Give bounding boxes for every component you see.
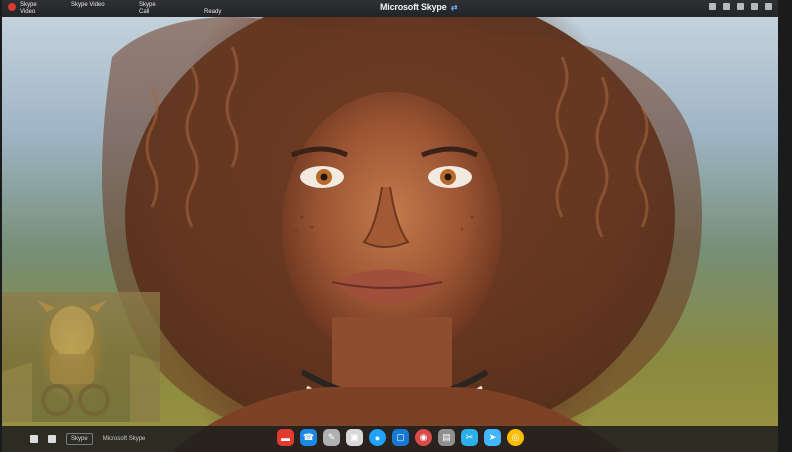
app-title-text: Microsoft Skype [380,2,447,12]
self-view-thumbnail[interactable] [2,292,160,422]
home-icon[interactable] [48,435,56,443]
skype-call-icon[interactable]: ☎ [300,429,317,446]
bottom-left-controls: Skype Microsoft Skype [30,433,145,445]
blue-dot-icon[interactable]: ● [369,429,386,446]
monitor-bezel: Skype Video Skype Video Skype Call Ready… [0,0,792,452]
titlebar-mid-line2: Call [139,9,150,15]
tools-icon[interactable]: ✎ [323,429,340,446]
screen: Skype Video Skype Video Skype Call Ready… [2,0,778,452]
titlebar-left-line1: Skype [20,2,37,8]
record-icon[interactable]: ◉ [415,429,432,446]
chat-icon[interactable]: ▣ [346,429,363,446]
red-app-icon[interactable]: ▬ [277,429,294,446]
back-arrow-icon[interactable] [30,435,38,443]
scissors-icon[interactable]: ✂ [461,429,478,446]
self-view-image [2,300,160,422]
file-icon[interactable]: ▤ [438,429,455,446]
tray-monitor-icon[interactable] [709,3,716,10]
tray-settings-icon[interactable] [723,3,730,10]
chrome-icon[interactable]: ◎ [507,429,524,446]
tab-video[interactable]: Skype Video [71,2,105,8]
tray-battery-icon[interactable] [751,3,758,10]
titlebar-status: Ready [204,9,222,15]
send-icon[interactable]: ➤ [484,429,501,446]
window-titlebar: Skype Video Skype Video Skype Call Ready… [2,0,778,17]
titlebar-left-line2: Video [20,9,36,15]
bottom-label: Microsoft Skype [102,436,146,442]
titlebar-mid-line1: Skype [139,2,156,8]
app-badge-icon [8,3,16,11]
bottom-toolbar: Skype Microsoft Skype ▬ ☎ ✎ ▣ ● ▢ ◉ ▤ ✂ ➤ ◎ [2,426,778,452]
app-title-arrow-icon: ⇄ [450,3,458,12]
system-tray [709,3,772,10]
tray-volume-icon[interactable] [765,3,772,10]
bottom-chip[interactable]: Skype [66,433,93,445]
window-icon[interactable]: ▢ [392,429,409,446]
taskbar-dock: ▬ ☎ ✎ ▣ ● ▢ ◉ ▤ ✂ ➤ ◎ [277,429,524,446]
app-title: Microsoft Skype ⇄ [380,2,458,12]
tray-wifi-icon[interactable] [737,3,744,10]
